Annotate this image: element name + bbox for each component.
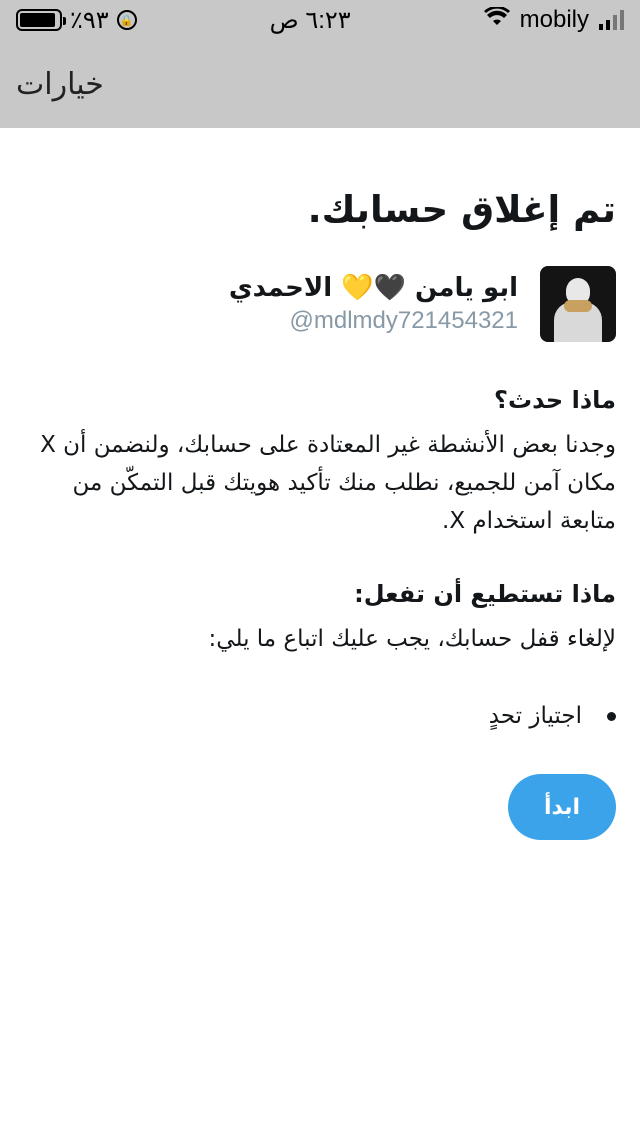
- what-happened-text: وجدنا بعض الأنشطة غير المعتادة على حسابك…: [40, 432, 616, 534]
- rotation-lock-icon: 🔒: [116, 10, 137, 30]
- clock: ٦:٢٣ ص: [269, 6, 351, 34]
- battery-icon: [16, 9, 66, 31]
- display-name: ابو يامن 🖤💛 الاحمدي: [228, 273, 518, 303]
- main-content: تم إغلاق حسابك. ابو يامن 🖤💛 الاحمدي @mdl…: [0, 128, 640, 1136]
- page-title: تم إغلاق حسابك.: [307, 188, 616, 231]
- what-you-can-do-heading: ماذا تستطيع أن تفعل:: [354, 580, 616, 608]
- status-bar: ٪٩٣ 🔒 ٦:٢٣ ص mobily: [0, 0, 640, 40]
- status-left: ٪٩٣ 🔒: [16, 6, 137, 35]
- nav-bar: خيارات: [0, 40, 640, 128]
- what-happened-heading: ماذا حدث؟: [494, 386, 616, 414]
- carrier-name: mobily: [519, 6, 589, 33]
- status-right: mobily: [483, 5, 624, 34]
- signal-icon: [599, 10, 624, 30]
- battery-fill: [20, 13, 56, 27]
- options-button[interactable]: خيارات: [16, 67, 104, 102]
- account-handle: @mdlmdy721454321: [289, 307, 518, 334]
- wifi-icon: [483, 5, 510, 34]
- list-item: اجتياز تحدٍ: [24, 698, 616, 734]
- avatar: [540, 266, 616, 342]
- start-button[interactable]: ابدأ: [508, 774, 616, 840]
- what-you-can-do-text: لإلغاء قفل حسابك، يجب عليك اتباع ما يلي:: [208, 626, 616, 652]
- battery-percent: ٪٩٣: [70, 6, 109, 34]
- account-card: ابو يامن 🖤💛 الاحمدي @mdlmdy721454321: [24, 266, 616, 342]
- account-info: ابو يامن 🖤💛 الاحمدي @mdlmdy721454321: [229, 273, 518, 335]
- steps-list: اجتياز تحدٍ: [24, 698, 616, 734]
